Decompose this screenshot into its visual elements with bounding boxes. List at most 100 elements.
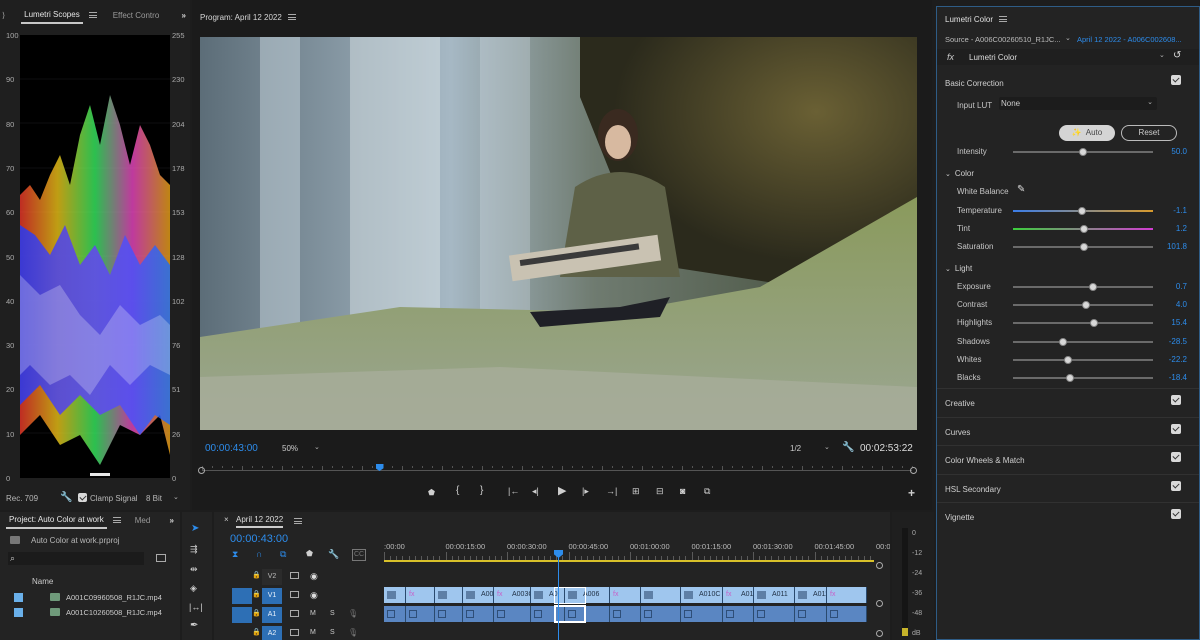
highlights-slider[interactable] [1013,319,1153,328]
exposure-slider-knob[interactable] [1088,283,1097,291]
highlights-value[interactable]: 15.4 [1171,318,1187,327]
microphone-icon[interactable]: 🎙 [348,609,358,618]
blacks-slider[interactable] [1013,374,1153,382]
captions-icon[interactable]: CC [352,549,367,561]
razor-tool-icon[interactable]: ◈ [190,583,197,593]
tint-value[interactable]: 1.2 [1176,224,1187,233]
audio-clip[interactable] [641,606,681,622]
video-clip[interactable] [641,587,681,603]
track-header-a2[interactable]: 🔒 A2 M S 🎙 [214,625,384,640]
label-color-swatch[interactable] [14,593,23,602]
audio-clip[interactable] [827,606,867,622]
comparison-view-icon[interactable]: ⧉ [704,486,710,496]
reset-effect-icon[interactable]: ↺ [1173,50,1181,61]
curves-section-header[interactable]: Curves [945,428,970,437]
audio-clip[interactable] [681,606,723,622]
mute-button[interactable]: M [310,629,316,636]
whites-value[interactable]: -22.2 [1169,355,1187,364]
sync-lock-icon[interactable] [290,591,299,598]
export-frame-icon[interactable]: ◙ [680,486,685,496]
vignette-checkbox[interactable] [1171,509,1181,520]
effect-name[interactable]: Lumetri Color [969,53,1017,62]
video-clip[interactable]: fx [610,587,641,603]
list-item[interactable]: A001C10260508_R1JC.mp4 [0,606,180,620]
track-name[interactable]: V1 [262,588,282,604]
source-patch[interactable] [232,626,252,640]
whites-slider[interactable] [1013,355,1153,364]
expand-panels-icon[interactable]: » [182,11,186,20]
vignette-section-header[interactable]: Vignette [945,513,974,522]
program-timecode[interactable]: 00:00:43:00 [205,443,258,454]
ripple-edit-tool-icon[interactable]: ⇹ [190,564,198,574]
creative-checkbox[interactable] [1171,395,1181,405]
wrench-icon[interactable]: 🔧 [328,549,339,559]
source-patch[interactable] [232,588,252,604]
lumetri-title[interactable]: Lumetri Color [945,15,993,24]
exposure-slider[interactable] [1013,283,1153,291]
chevron-down-icon[interactable]: ⌄ [1159,51,1165,59]
chevron-left-icon[interactable]: ⟩ [2,11,5,20]
lock-icon[interactable]: 🔒 [252,628,261,636]
light-section-header[interactable]: ⌄ Light [945,264,972,273]
add-marker-icon[interactable]: ⬟ [428,488,435,498]
wrench-icon[interactable]: 🔧 [842,442,854,453]
step-back-icon[interactable]: ◂| [532,486,539,496]
scroll-handle[interactable] [876,600,883,607]
highlights-slider-knob[interactable] [1090,319,1099,328]
track-select-tool-icon[interactable]: ⇶ [190,544,198,554]
chevron-down-icon[interactable]: ⌄ [173,493,179,501]
timeline-ruler[interactable]: :00:00 00:00:15:00 00:00:30:00 00:00:45:00 0… [384,540,890,562]
resolution-select[interactable]: 1/2 [790,444,801,453]
tint-slider[interactable] [1013,225,1153,233]
exposure-value[interactable]: 0.7 [1176,282,1187,291]
track-name[interactable]: A1 [262,607,282,623]
work-area-bar[interactable] [384,560,874,562]
timeline-tab[interactable]: April 12 2022 [236,515,284,528]
source-patch[interactable] [232,569,252,585]
audio-clip[interactable] [795,606,827,622]
snap-icon[interactable]: ∩ [256,549,262,559]
go-to-out-icon[interactable]: →| [606,486,617,496]
color-wheels-match-checkbox[interactable] [1171,452,1181,463]
play-icon[interactable]: ▶ [558,486,566,497]
eyedropper-icon[interactable]: ✎ [1017,184,1025,195]
audio-clip[interactable] [435,606,463,622]
basic-correction-checkbox[interactable] [1171,75,1181,85]
track-header-a1[interactable]: 🔒 A1 M S 🎙 [214,606,384,624]
source-patch[interactable] [232,607,252,623]
add-marker-icon[interactable]: ⬟ [306,549,313,559]
whites-slider-knob[interactable] [1063,355,1072,364]
scrub-bar[interactable] [198,464,917,476]
creative-section-header[interactable]: Creative [945,399,975,408]
microphone-icon[interactable]: 🎙 [348,628,358,637]
clamp-signal-checkbox[interactable] [78,493,87,502]
panel-menu-icon[interactable] [999,16,1008,22]
panel-menu-icon[interactable] [294,518,302,524]
audio-clip[interactable] [610,606,641,622]
video-clip[interactable]: A010C [681,587,723,603]
add-button-icon[interactable]: + [908,487,915,499]
track-header-v2[interactable]: 🔒 V2 ◉ [214,568,384,586]
mark-in-icon[interactable]: { [456,486,459,496]
audio-clip[interactable] [754,606,795,622]
video-clip[interactable]: fx A003C [494,587,531,603]
temperature-value[interactable]: -1.1 [1173,206,1187,215]
sync-lock-icon[interactable] [290,572,299,579]
pen-tool-icon[interactable]: ✒ [190,621,198,631]
panel-menu-icon[interactable] [88,12,97,18]
tab-effect-controls[interactable]: Effect Contro [113,11,160,20]
basic-correction-header[interactable]: Basic Correction [945,79,1004,88]
lock-icon[interactable]: 🔒 [252,571,261,579]
selection-tool-icon[interactable]: ➤ [191,524,199,534]
shadows-slider[interactable] [1013,337,1153,346]
saturation-value[interactable]: 101.8 [1167,242,1187,251]
linked-selection-icon[interactable]: ⧉ [280,549,286,559]
reset-button[interactable]: Reset [1121,125,1177,141]
video-clip[interactable]: fx A011C0 [723,587,754,603]
curves-checkbox[interactable] [1171,423,1181,434]
audio-clip[interactable] [384,606,406,622]
tab-project[interactable]: Project: Auto Color at work [6,515,107,529]
hsl-secondary-checkbox[interactable] [1171,480,1181,491]
sync-lock-icon[interactable] [290,610,299,617]
blacks-slider-knob[interactable] [1066,374,1075,382]
